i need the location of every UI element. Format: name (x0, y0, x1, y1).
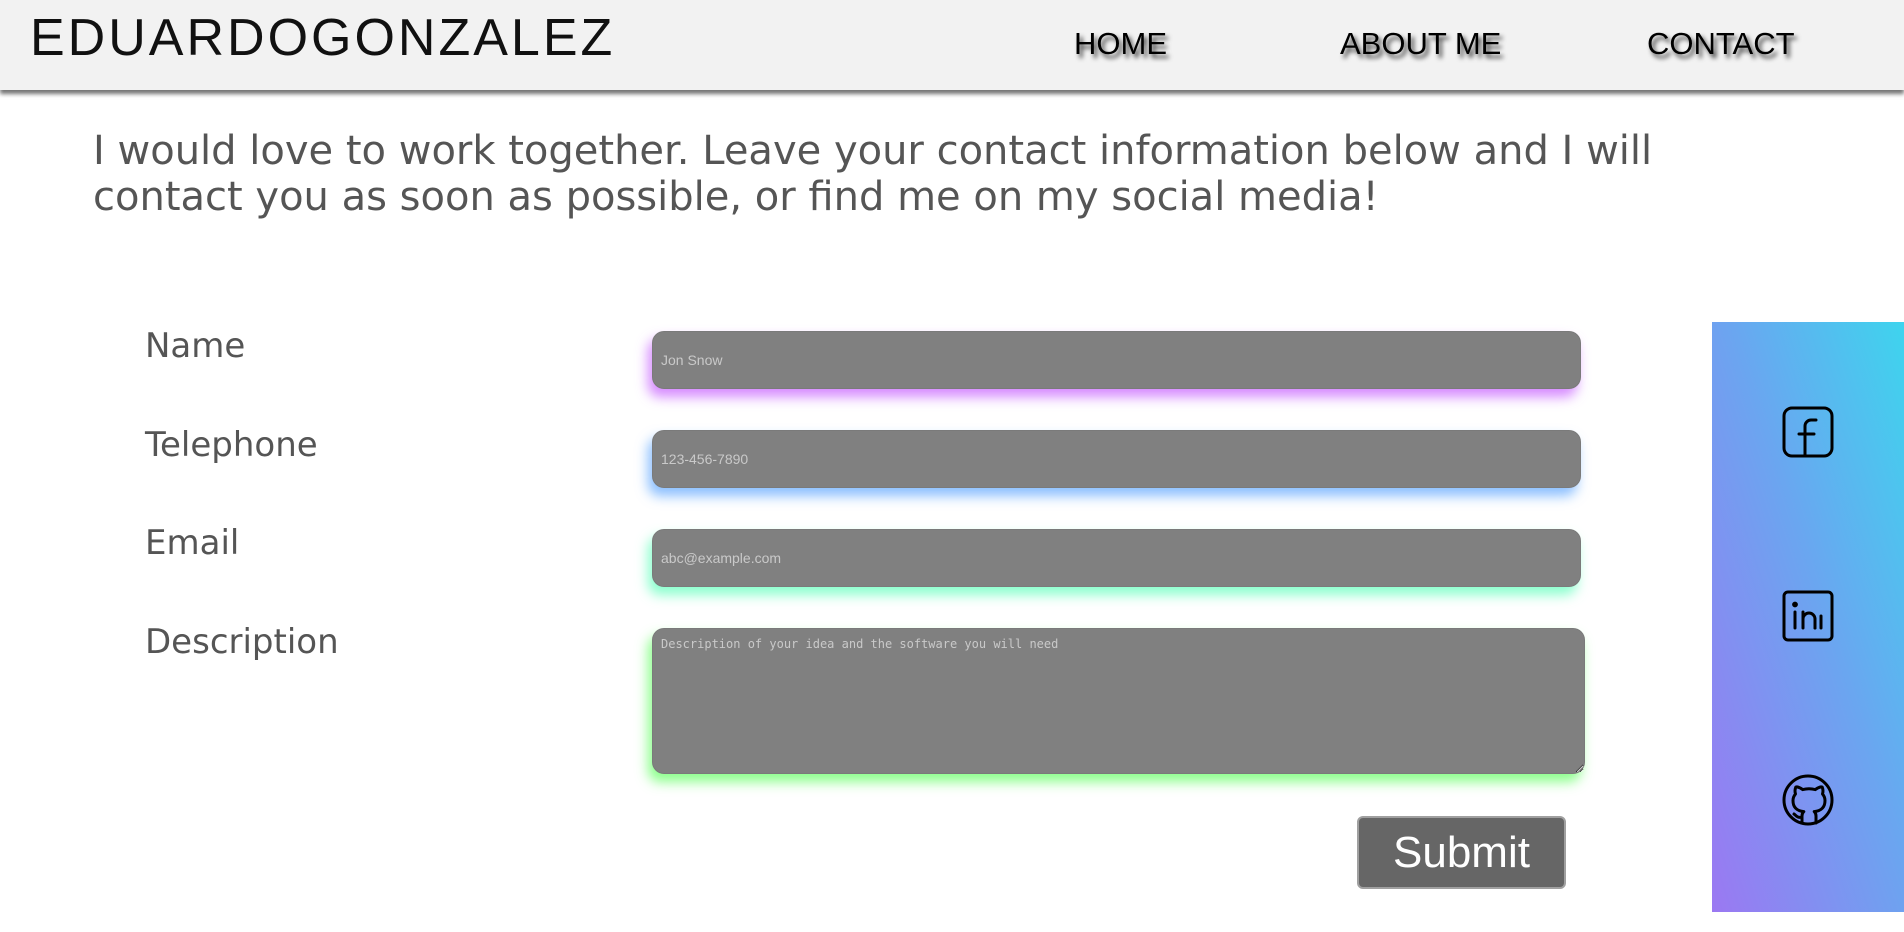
submit-button[interactable]: Submit (1357, 816, 1566, 889)
github-icon (1782, 774, 1834, 826)
name-input[interactable] (652, 331, 1581, 389)
linkedin-icon (1782, 590, 1834, 642)
description-textarea[interactable] (652, 628, 1585, 774)
telephone-label: Telephone (145, 425, 318, 465)
facebook-link[interactable] (1780, 404, 1836, 460)
nav-contact-link[interactable]: CONTACT (1647, 24, 1795, 64)
intro-text: I would love to work together. Leave you… (93, 128, 1653, 220)
nav-about-link[interactable]: ABOUT ME (1340, 24, 1501, 64)
email-input[interactable] (652, 529, 1581, 587)
social-sidebar (1712, 322, 1904, 912)
name-label: Name (145, 326, 246, 366)
description-label: Description (145, 622, 339, 662)
nav-home-link[interactable]: HOME (1074, 24, 1167, 64)
brand-logo[interactable]: EDUARDOGONZALEZ (30, 8, 615, 68)
github-link[interactable] (1780, 772, 1836, 828)
facebook-icon (1782, 406, 1834, 458)
linkedin-link[interactable] (1780, 588, 1836, 644)
site-header: EDUARDOGONZALEZ HOME ABOUT ME CONTACT (0, 0, 1904, 90)
email-label: Email (145, 523, 240, 563)
telephone-input[interactable] (652, 430, 1581, 488)
